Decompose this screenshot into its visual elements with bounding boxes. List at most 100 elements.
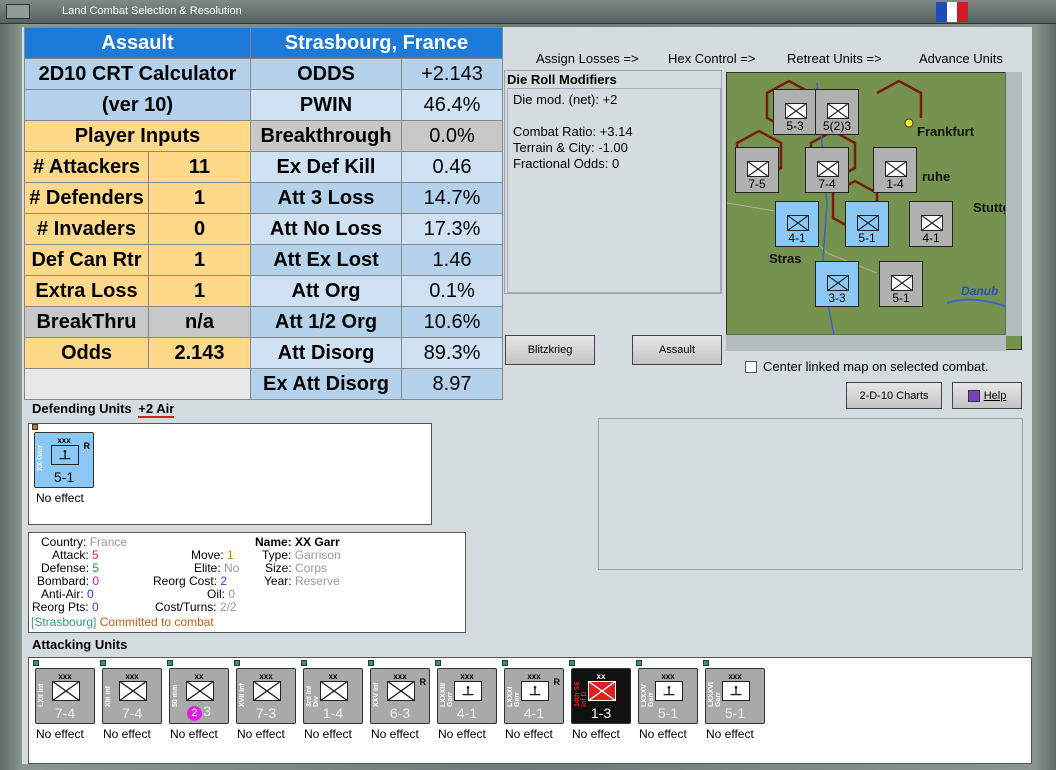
phase-0[interactable]: Assign Losses => bbox=[536, 51, 639, 66]
phase-3[interactable]: Advance Units bbox=[919, 51, 1003, 66]
crt-right-label: Att 1/2 Org bbox=[250, 306, 402, 338]
unit-counter[interactable]: xx 50 mm 2 3 bbox=[167, 660, 229, 724]
unit-status-dot-icon bbox=[32, 424, 38, 430]
crt-left-label: Odds bbox=[24, 337, 149, 369]
map-unit-counter[interactable]: 5-1 bbox=[845, 201, 889, 247]
charts-button[interactable]: 2-D-10 Charts bbox=[846, 382, 942, 409]
map-unit-counter[interactable]: 3-3 bbox=[815, 261, 859, 307]
unit-value: 7-4 bbox=[121, 705, 143, 721]
crt-right-label: Ex Att Disorg bbox=[250, 368, 402, 400]
crt-right-label: Att Disorg bbox=[250, 337, 402, 369]
map-unit-counter[interactable]: 5-1 bbox=[879, 261, 923, 307]
unit-result: No effect bbox=[36, 491, 84, 505]
map-unit-counter[interactable]: 4-1 bbox=[775, 201, 819, 247]
crt-right-label: Att 3 Loss bbox=[250, 182, 402, 214]
die-roll-title: Die Roll Modifiers bbox=[505, 71, 721, 88]
antiair-label: Anti-Air: bbox=[41, 587, 84, 601]
crt-left-label: # Invaders bbox=[24, 213, 149, 245]
unit-counter[interactable]: xxx LXII Inf 7-4 bbox=[33, 660, 95, 724]
die-roll-modifiers-panel: Die Roll Modifiers Die mod. (net): +2 Co… bbox=[504, 70, 722, 294]
blitzkrieg-button[interactable]: Blitzkrieg bbox=[505, 335, 595, 365]
map-unit-counter[interactable]: 7-5 bbox=[735, 147, 779, 193]
unit-result: No effect bbox=[36, 727, 84, 741]
unit-name: LXXXVI Garr bbox=[708, 682, 722, 707]
crt-right-value: 46.4% bbox=[401, 89, 503, 121]
reorg-pts-value: 0 bbox=[92, 600, 99, 614]
map-unit-counter[interactable]: 4-1 bbox=[909, 201, 953, 247]
crt-left-label bbox=[24, 368, 251, 400]
cost-turns-label: Cost/Turns: bbox=[155, 600, 217, 614]
crt-left-value: 1 bbox=[148, 244, 251, 276]
crt-right-value: 1.46 bbox=[401, 244, 503, 276]
defending-units-title: Defending Units bbox=[32, 401, 132, 416]
title-bar[interactable]: Land Combat Selection & Resolution bbox=[0, 0, 1056, 24]
unit-status-dot-icon bbox=[569, 660, 575, 666]
crt-right-label: Att Org bbox=[250, 275, 402, 307]
mini-map[interactable]: Frankfurt Stuttga Stras Danub ruhe 5-3 5(… bbox=[726, 72, 1022, 350]
unit-result: No effect bbox=[572, 727, 620, 741]
unit-status-dot-icon bbox=[435, 660, 441, 666]
map-unit-symbol-icon bbox=[857, 215, 879, 231]
country-label: Country: bbox=[41, 535, 87, 549]
help-book-icon bbox=[967, 389, 980, 402]
reorg-pts-label: Reorg Pts: bbox=[32, 600, 89, 614]
crt-right-value: 0.0% bbox=[401, 120, 503, 152]
name-label: Name: bbox=[255, 535, 292, 549]
map-unit-counter[interactable]: 7-4 bbox=[805, 147, 849, 193]
map-scrollbar-horizontal[interactable] bbox=[726, 334, 1006, 351]
crt-left-label: # Attackers bbox=[24, 151, 149, 183]
reorg-cost-value: 2 bbox=[220, 574, 228, 588]
unit-status-dot-icon bbox=[301, 660, 307, 666]
unit-counter[interactable]: xxx XIII Inf 7-4 bbox=[100, 660, 162, 724]
location-value: [Strasbourg] bbox=[31, 615, 97, 629]
unit-name: XXV Inf bbox=[373, 682, 380, 707]
unit-status-dot-icon bbox=[100, 660, 106, 666]
crt-left-label: BreakThru bbox=[24, 306, 149, 338]
map-unit-counter[interactable]: 5-3 bbox=[773, 89, 817, 135]
defending-units-list: xxx XX Garr R 5-1 No effect bbox=[28, 423, 432, 525]
unit-type-symbol-icon bbox=[722, 681, 750, 701]
phase-1[interactable]: Hex Control => bbox=[668, 51, 755, 66]
move-value: 1 bbox=[227, 548, 234, 562]
window-menu-button[interactable] bbox=[6, 4, 30, 19]
map-unit-value: 4-1 bbox=[922, 231, 940, 245]
phase-2[interactable]: Retreat Units => bbox=[787, 51, 882, 66]
unit-type-symbol-icon bbox=[454, 681, 482, 701]
map-unit-symbol-icon bbox=[785, 103, 807, 119]
map-unit-value: 5-1 bbox=[858, 231, 876, 245]
attack-label: Attack: bbox=[52, 548, 89, 562]
unit-counter[interactable]: xx 14th SS Inf D 1-3 bbox=[569, 660, 631, 724]
unit-value: 1-4 bbox=[322, 705, 344, 721]
unit-counter[interactable]: xx 3rd Inf Div 1-4 bbox=[301, 660, 363, 724]
unit-counter[interactable]: xxx XXV Inf R 6-3 bbox=[368, 660, 430, 724]
unit-counter[interactable]: xxx LXXXV Garr 5-1 bbox=[636, 660, 698, 724]
map-unit-counter[interactable]: 1-4 bbox=[873, 147, 917, 193]
unit-result: No effect bbox=[304, 727, 352, 741]
unit-counter[interactable]: xxx XVII Inf 7-3 bbox=[234, 660, 296, 724]
unit-counter[interactable]: xxx XX Garr R 5-1 bbox=[32, 424, 94, 488]
crt-left-label: Def Can Rtr bbox=[24, 244, 149, 276]
crt-right-value: 10.6% bbox=[401, 306, 503, 338]
unit-name: LXXXV Garr bbox=[641, 684, 655, 707]
unit-status-dot-icon bbox=[703, 660, 709, 666]
cost-turns-value: 2/2 bbox=[219, 600, 237, 614]
unit-result: No effect bbox=[438, 727, 486, 741]
map-unit-counter[interactable]: 5(2)3 bbox=[815, 89, 859, 135]
crt-right-label: Att No Loss bbox=[250, 213, 402, 245]
combat-status: Committed to combat bbox=[99, 615, 214, 629]
unit-value: 5-1 bbox=[724, 705, 746, 721]
crt-right-label: Strasbourg, France bbox=[250, 27, 503, 59]
unit-counter[interactable]: xxx LXXXIII Garr 4-1 bbox=[435, 660, 497, 724]
crt-left-value: 1 bbox=[148, 182, 251, 214]
help-button[interactable]: Help bbox=[952, 382, 1022, 409]
map-scrollbar-vertical[interactable] bbox=[1005, 72, 1022, 336]
unit-counter[interactable]: xxx LXXXI Garr R 4-1 bbox=[502, 660, 564, 724]
map-unit-value: 7-5 bbox=[748, 177, 766, 191]
center-map-checkbox[interactable] bbox=[745, 361, 757, 373]
unit-counter[interactable]: xxx LXXXVI Garr 5-1 bbox=[703, 660, 765, 724]
assault-button[interactable]: Assault bbox=[632, 335, 722, 365]
crt-right-label: Breakthrough bbox=[250, 120, 402, 152]
crt-left-label: Extra Loss bbox=[24, 275, 149, 307]
unit-reserve-flag: R bbox=[419, 677, 427, 687]
map-unit-symbol-icon bbox=[817, 161, 839, 177]
